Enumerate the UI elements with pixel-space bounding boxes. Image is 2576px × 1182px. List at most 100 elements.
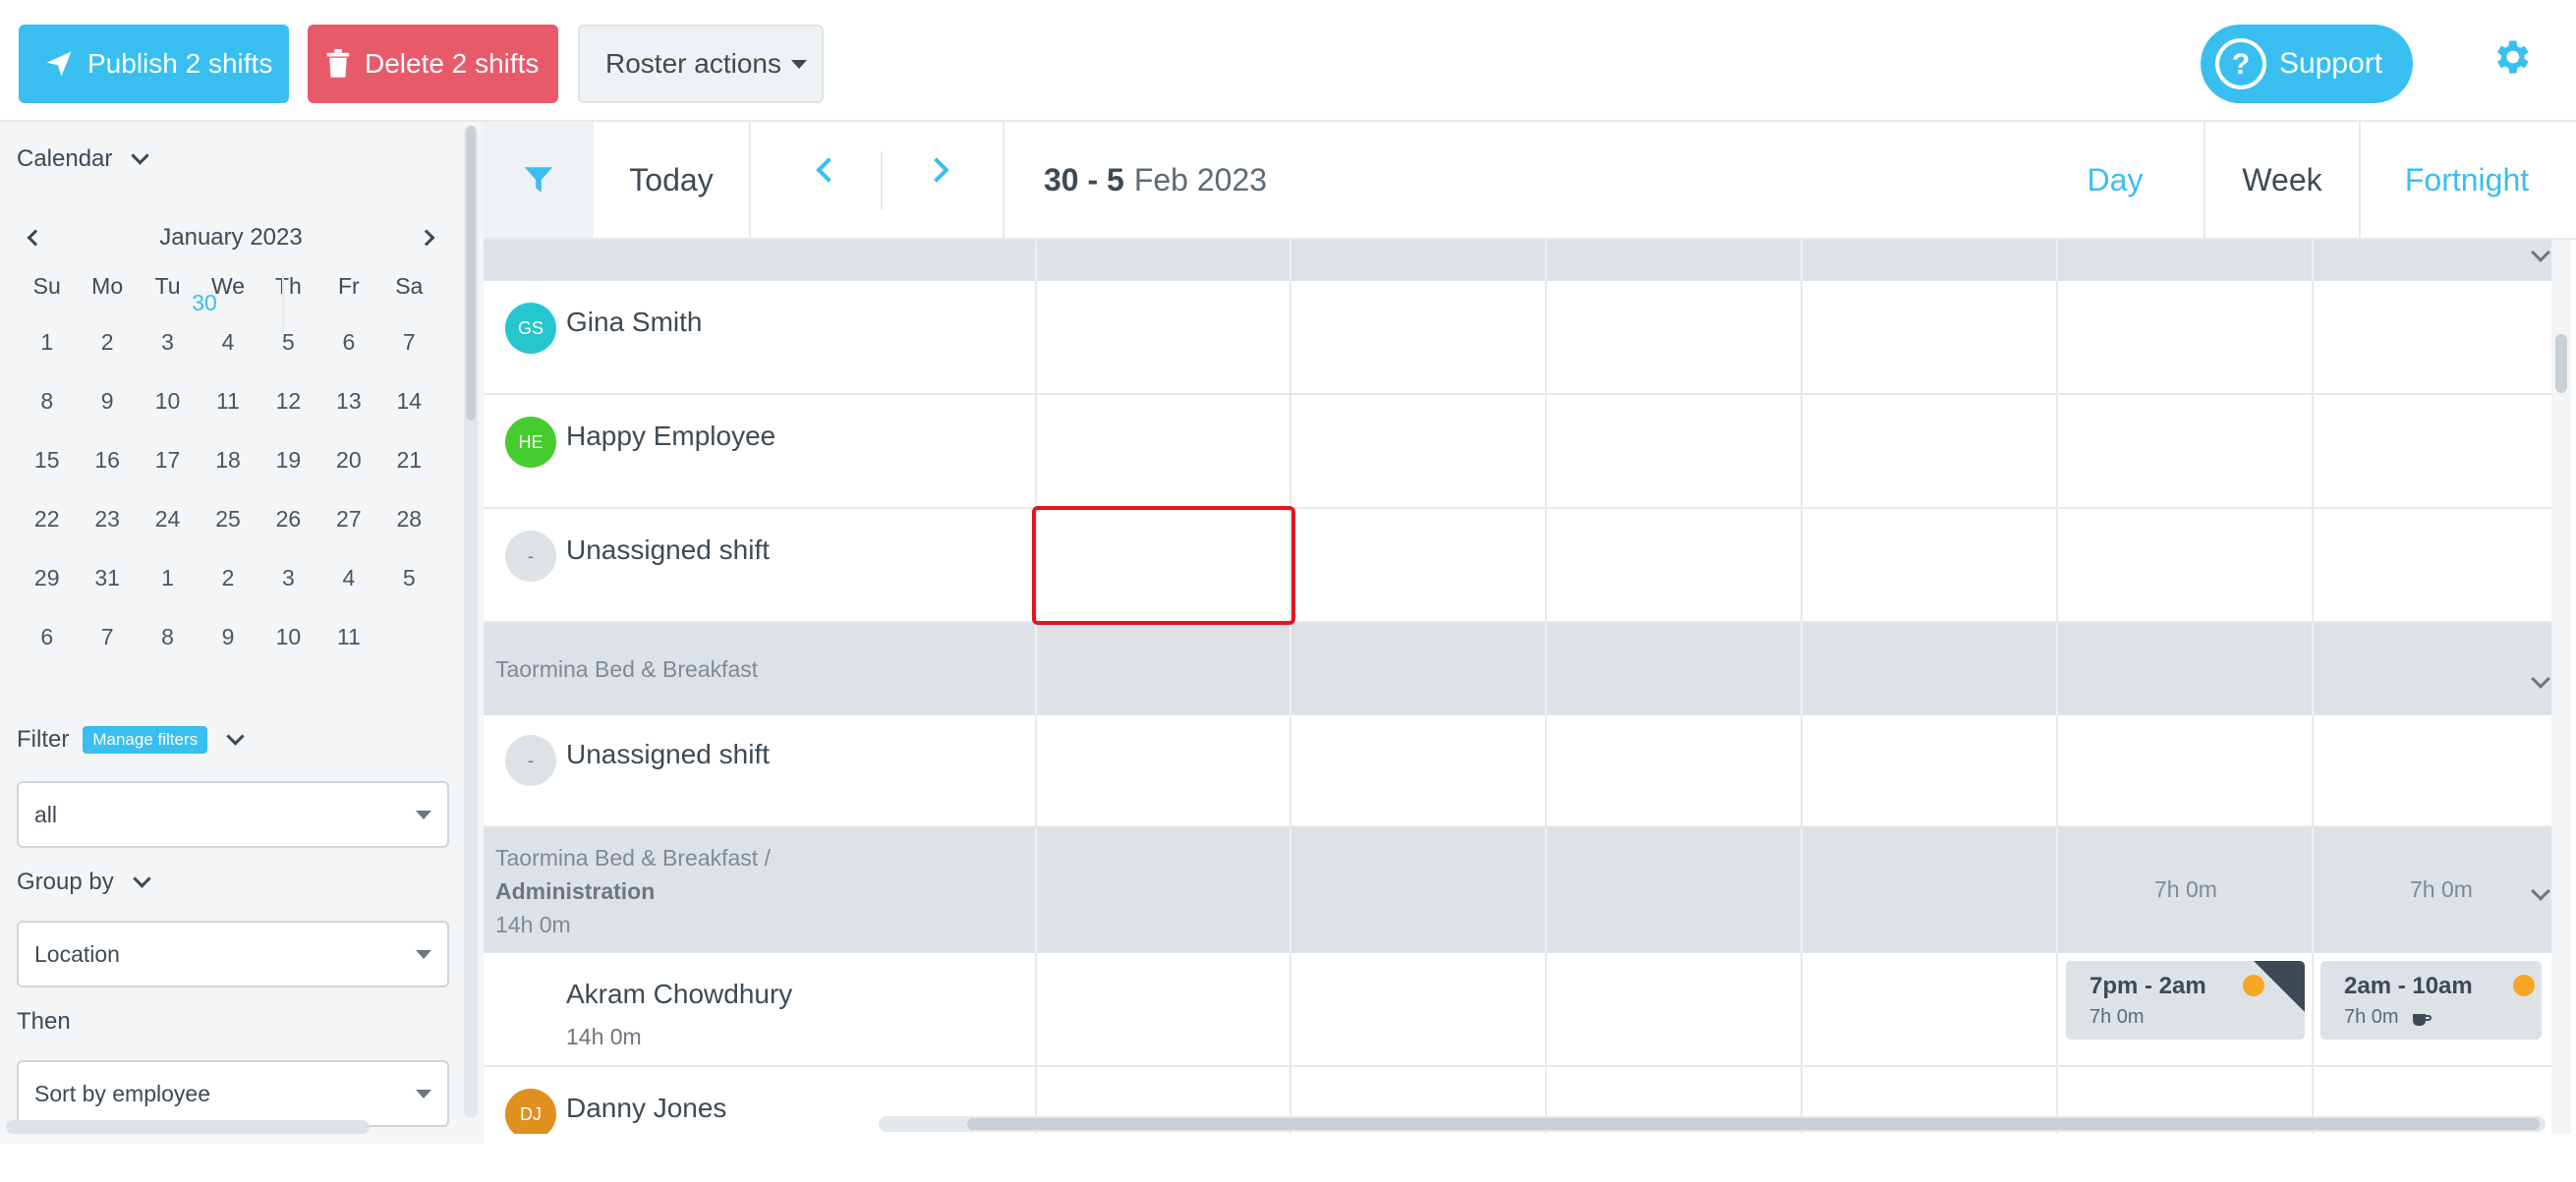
calendar-day[interactable]: 20 bbox=[318, 430, 378, 489]
group-by-section-toggle[interactable]: Group by bbox=[17, 869, 151, 896]
today-button[interactable]: Today bbox=[594, 122, 751, 238]
weekday-header: Fr bbox=[337, 273, 360, 299]
group-row[interactable] bbox=[484, 240, 2551, 281]
support-button[interactable]: ? Support bbox=[2201, 25, 2413, 103]
calendar-day[interactable]: 25 bbox=[198, 489, 258, 548]
calendar-day[interactable]: 1 bbox=[138, 548, 198, 607]
filter-toggle-button[interactable] bbox=[484, 122, 594, 238]
filter-select-value: all bbox=[34, 801, 58, 827]
view-day-tab[interactable]: Day bbox=[2076, 122, 2154, 238]
delete-shifts-button[interactable]: Delete 2 shifts bbox=[308, 25, 558, 103]
chevron-down-icon[interactable] bbox=[2531, 243, 2550, 262]
nav-divider bbox=[881, 151, 883, 210]
then-sort-select[interactable]: Sort by employee bbox=[17, 1060, 449, 1127]
next-week-icon[interactable] bbox=[924, 157, 949, 183]
calendar-label: Calendar bbox=[17, 145, 113, 172]
calendar-day[interactable]: 12 bbox=[258, 371, 318, 430]
avatar: - bbox=[505, 531, 556, 582]
calendar-day[interactable]: 11 bbox=[198, 371, 258, 430]
employee-row-happy-employee: HE Happy Employee bbox=[484, 395, 2551, 509]
shift-card[interactable]: 2am - 10am 7h 0m bbox=[2320, 961, 2542, 1040]
caret-down-icon bbox=[416, 1089, 431, 1098]
sidebar-horizontal-scrollbar[interactable] bbox=[6, 1120, 370, 1134]
shift-time: 2am - 10am bbox=[2344, 973, 2473, 999]
publish-shifts-label: Publish 2 shifts bbox=[87, 48, 273, 79]
filter-select[interactable]: all bbox=[17, 781, 449, 848]
employee-name[interactable]: Danny Jones bbox=[566, 1093, 726, 1124]
prev-week-icon[interactable] bbox=[816, 157, 841, 183]
calendar-day[interactable]: 11 bbox=[318, 607, 378, 666]
calendar-section-toggle[interactable]: Calendar bbox=[17, 145, 150, 173]
avatar: HE bbox=[505, 417, 556, 468]
calendar-day[interactable]: 26 bbox=[258, 489, 318, 548]
calendar-day[interactable]: 9 bbox=[77, 371, 137, 430]
chevron-down-icon[interactable] bbox=[2531, 881, 2550, 901]
employee-name[interactable]: Gina Smith bbox=[566, 307, 703, 338]
scrollbar-thumb[interactable] bbox=[967, 1118, 2540, 1130]
calendar-day[interactable]: 1 bbox=[17, 312, 77, 371]
calendar-day[interactable]: 21 bbox=[379, 430, 439, 489]
scrollbar-thumb[interactable] bbox=[2555, 334, 2567, 393]
calendar-day-today[interactable]: 30 bbox=[127, 273, 284, 332]
calendar-day[interactable]: 27 bbox=[318, 489, 378, 548]
calendar-day[interactable]: 19 bbox=[258, 430, 318, 489]
calendar-day[interactable]: 7 bbox=[379, 312, 439, 371]
date-range-days: 30 - 5 bbox=[1044, 161, 1124, 197]
view-fortnight-tab[interactable]: Fortnight bbox=[2363, 122, 2571, 238]
employee-name[interactable]: Unassigned shift bbox=[566, 739, 770, 770]
calendar-day[interactable]: 14 bbox=[379, 371, 439, 430]
prev-month-icon[interactable] bbox=[27, 229, 44, 247]
calendar-day[interactable]: 5 bbox=[379, 548, 439, 607]
group-row-taormina[interactable]: Taormina Bed & Breakfast bbox=[484, 623, 2551, 715]
calendar-day[interactable]: 22 bbox=[17, 489, 77, 548]
roster-horizontal-scrollbar[interactable] bbox=[879, 1116, 2546, 1132]
calendar-day[interactable]: 16 bbox=[77, 430, 137, 489]
calendar-day[interactable]: 18 bbox=[198, 430, 258, 489]
calendar-day[interactable]: 15 bbox=[17, 430, 77, 489]
shift-card[interactable]: 7pm - 2am 7h 0m bbox=[2066, 961, 2305, 1040]
calendar-day[interactable]: 23 bbox=[77, 489, 137, 548]
pencil-icon bbox=[2513, 975, 2535, 996]
calendar-day[interactable]: 7 bbox=[77, 607, 137, 666]
roster-actions-dropdown[interactable]: Roster actions bbox=[578, 25, 824, 103]
calendar-day[interactable]: 6 bbox=[17, 607, 77, 666]
roster-header: Today 30 - 5 Feb 2023 Day Week Fortnight bbox=[484, 122, 2576, 240]
calendar-day[interactable]: 10 bbox=[258, 607, 318, 666]
calendar-day[interactable]: 4 bbox=[318, 548, 378, 607]
roster-vertical-scrollbar[interactable] bbox=[2551, 240, 2571, 1134]
employee-name[interactable]: Happy Employee bbox=[566, 421, 775, 452]
employee-name[interactable]: Akram Chowdhury bbox=[566, 979, 792, 1010]
employee-total-hours: 14h 0m bbox=[566, 1024, 642, 1049]
chevron-down-icon[interactable] bbox=[2531, 669, 2550, 689]
calendar-day[interactable]: 31 bbox=[77, 548, 137, 607]
next-month-icon[interactable] bbox=[418, 229, 435, 247]
group-by-select[interactable]: Location bbox=[17, 921, 449, 987]
calendar-day[interactable]: 10 bbox=[138, 371, 198, 430]
calendar-day[interactable]: 24 bbox=[138, 489, 198, 548]
view-week-tab[interactable]: Week bbox=[2204, 122, 2361, 238]
calendar-day[interactable]: 3 bbox=[258, 548, 318, 607]
scrollbar-thumb[interactable] bbox=[466, 126, 476, 421]
highlighted-empty-cell[interactable] bbox=[1032, 506, 1295, 625]
calendar-day[interactable]: 29 bbox=[17, 548, 77, 607]
then-label: Then bbox=[17, 1008, 71, 1035]
manage-filters-button[interactable]: Manage filters bbox=[83, 726, 208, 754]
filter-section-toggle[interactable]: Filter Manage filters bbox=[17, 726, 245, 754]
calendar-day[interactable]: 6 bbox=[318, 312, 378, 371]
calendar-day[interactable]: 8 bbox=[17, 371, 77, 430]
calendar-day[interactable]: 8 bbox=[138, 607, 198, 666]
calendar-day[interactable]: 2 bbox=[198, 548, 258, 607]
calendar-day[interactable]: 13 bbox=[318, 371, 378, 430]
sidebar-vertical-scrollbar[interactable] bbox=[464, 126, 478, 1118]
shift-hours: 7h 0m bbox=[2344, 1006, 2399, 1028]
group-by-label: Group by bbox=[17, 869, 114, 895]
calendar-day[interactable]: 28 bbox=[379, 489, 439, 548]
calendar-day[interactable]: 17 bbox=[138, 430, 198, 489]
publish-shifts-button[interactable]: Publish 2 shifts bbox=[19, 25, 289, 103]
calendar-day[interactable]: 9 bbox=[198, 607, 258, 666]
gear-icon[interactable] bbox=[2490, 35, 2533, 79]
employee-name[interactable]: Unassigned shift bbox=[566, 535, 770, 566]
avatar: GS bbox=[505, 303, 556, 354]
day-total-hours: 7h 0m bbox=[2154, 876, 2217, 902]
group-row-administration[interactable]: Taormina Bed & Breakfast / Administratio… bbox=[484, 827, 2551, 953]
